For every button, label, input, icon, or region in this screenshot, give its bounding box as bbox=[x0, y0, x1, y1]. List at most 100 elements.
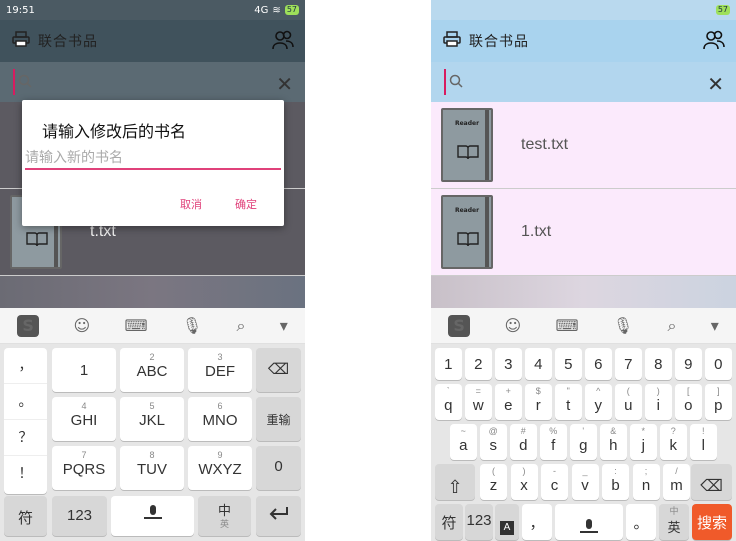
numeric-key[interactable]: 123 bbox=[465, 504, 493, 540]
punct-key[interactable]: ？ bbox=[4, 420, 47, 456]
comma-key[interactable]: ， bbox=[522, 504, 552, 540]
punctuation-column[interactable]: ， 。 ？ ！ bbox=[4, 348, 47, 494]
key-l[interactable]: ! l bbox=[690, 424, 717, 460]
space-key[interactable] bbox=[111, 496, 194, 536]
cancel-button[interactable]: 取消 bbox=[180, 196, 202, 212]
backspace-key[interactable]: ⌫ bbox=[691, 464, 732, 500]
book-name: 1.txt bbox=[521, 223, 552, 240]
keyboard-icon[interactable]: ⌨ bbox=[555, 316, 578, 335]
key-b[interactable]: :b bbox=[602, 464, 629, 500]
key-w[interactable]: = w bbox=[465, 384, 492, 420]
language-switch-key[interactable]: 中英 bbox=[659, 504, 689, 540]
list-item[interactable]: Reader test.txt bbox=[431, 102, 736, 189]
caps-a-key[interactable]: A bbox=[495, 504, 519, 540]
users-icon[interactable] bbox=[271, 29, 295, 55]
punct-key[interactable]: ， bbox=[4, 348, 47, 384]
key-y[interactable]: ^ y bbox=[585, 384, 612, 420]
key-q[interactable]: ` q bbox=[435, 384, 462, 420]
key-pqrs[interactable]: 7 PQRS bbox=[52, 446, 116, 490]
key-mno[interactable]: 6 MNO bbox=[188, 397, 252, 441]
enter-key[interactable] bbox=[256, 496, 301, 536]
printer-icon[interactable] bbox=[12, 31, 30, 51]
emoji-icon[interactable]: ☺ bbox=[504, 316, 521, 335]
key-0[interactable]: 0 bbox=[256, 446, 301, 490]
book-icon bbox=[457, 231, 479, 251]
search-bar[interactable]: ✕ bbox=[0, 62, 305, 102]
chevron-down-icon[interactable]: ▾ bbox=[711, 316, 719, 335]
reenter-key[interactable]: 重输 bbox=[256, 397, 301, 441]
shift-key[interactable]: ⇧ bbox=[435, 464, 475, 500]
search-bar[interactable]: ✕ bbox=[431, 62, 736, 102]
key-m[interactable]: / m bbox=[663, 464, 690, 500]
key-g[interactable]: ' g bbox=[570, 424, 597, 460]
key-o[interactable]: [o bbox=[675, 384, 702, 420]
numeric-key[interactable]: 123 bbox=[52, 496, 107, 536]
key-e[interactable]: + e bbox=[495, 384, 522, 420]
search-icon[interactable]: ⌕ bbox=[668, 316, 677, 336]
key-n[interactable]: ; n bbox=[632, 464, 660, 500]
search-key[interactable]: 搜索 bbox=[692, 504, 732, 540]
space-key[interactable] bbox=[555, 504, 623, 540]
key-0[interactable]: 0 bbox=[705, 348, 732, 380]
key-p[interactable]: ] p bbox=[705, 384, 732, 420]
key-k[interactable]: ? k bbox=[660, 424, 687, 460]
key-f[interactable]: % f bbox=[540, 424, 567, 460]
search-icon[interactable]: ⌕ bbox=[237, 316, 246, 336]
key-z[interactable]: (z bbox=[480, 464, 507, 500]
list-item[interactable]: Reader 1.txt bbox=[431, 189, 736, 276]
key-2[interactable]: 2 bbox=[465, 348, 492, 380]
symbol-key[interactable]: 符 bbox=[435, 504, 463, 540]
key-9[interactable]: 9 bbox=[675, 348, 702, 380]
sogou-logo-icon[interactable]: S bbox=[17, 314, 40, 337]
keyboard-icon[interactable]: ⌨ bbox=[124, 316, 147, 335]
key-s[interactable]: @ s bbox=[480, 424, 507, 460]
battery-icon: 57 bbox=[284, 5, 299, 15]
emoji-icon[interactable]: ☺ bbox=[73, 316, 90, 335]
key-5[interactable]: 5 bbox=[555, 348, 582, 380]
punct-key[interactable]: 。 bbox=[4, 384, 47, 420]
key-3[interactable]: 3 bbox=[495, 348, 522, 380]
key-jkl[interactable]: 5 JKL bbox=[120, 397, 184, 441]
key-tuv[interactable]: 8 TUV bbox=[120, 446, 184, 490]
key-def[interactable]: 3 DEF bbox=[188, 348, 252, 392]
new-name-input[interactable] bbox=[25, 148, 281, 170]
symbol-key[interactable]: 符 bbox=[4, 496, 47, 536]
key-c[interactable]: -c bbox=[541, 464, 568, 500]
key-v[interactable]: _ v bbox=[571, 464, 599, 500]
key-7[interactable]: 7 bbox=[615, 348, 642, 380]
printer-icon[interactable] bbox=[443, 31, 461, 51]
chevron-down-icon[interactable]: ▾ bbox=[280, 316, 288, 335]
users-icon[interactable] bbox=[702, 29, 726, 55]
microphone-icon[interactable]: 🎙 bbox=[613, 316, 633, 335]
key-6[interactable]: 6 bbox=[585, 348, 612, 380]
status-time: 19:51 bbox=[6, 4, 35, 16]
status-bar: 57 bbox=[431, 0, 736, 20]
close-icon[interactable]: ✕ bbox=[276, 72, 293, 96]
key-x[interactable]: ) x bbox=[510, 464, 538, 500]
key-1[interactable]: 1 bbox=[435, 348, 462, 380]
key-8[interactable]: 8 bbox=[645, 348, 672, 380]
key-t[interactable]: " t bbox=[555, 384, 582, 420]
network-label: 4G bbox=[254, 4, 269, 16]
key-wxyz[interactable]: 9 WXYZ bbox=[188, 446, 252, 490]
key-j[interactable]: * j bbox=[630, 424, 657, 460]
backspace-key[interactable]: ⌫ bbox=[256, 348, 301, 392]
key-ghi[interactable]: 4 GHI bbox=[52, 397, 116, 441]
microphone-icon[interactable]: 🎙 bbox=[182, 316, 202, 335]
key-u[interactable]: (u bbox=[615, 384, 642, 420]
key-abc[interactable]: 2 ABC bbox=[120, 348, 184, 392]
app-bar: 联合书品 bbox=[431, 20, 736, 62]
close-icon[interactable]: ✕ bbox=[707, 72, 724, 96]
confirm-button[interactable]: 确定 bbox=[235, 196, 257, 212]
language-switch-key[interactable]: 中英 bbox=[198, 496, 251, 536]
punct-key[interactable]: ！ bbox=[4, 456, 47, 492]
key-a[interactable]: ~ a bbox=[450, 424, 477, 460]
key-i[interactable]: ) i bbox=[645, 384, 672, 420]
key-r[interactable]: $ r bbox=[525, 384, 552, 420]
sogou-logo-icon[interactable]: S bbox=[448, 314, 471, 337]
key-d[interactable]: # d bbox=[510, 424, 537, 460]
period-key[interactable]: 。 bbox=[626, 504, 656, 540]
key-h[interactable]: & h bbox=[600, 424, 627, 460]
key-1[interactable]: 1 bbox=[52, 348, 116, 392]
key-4[interactable]: 4 bbox=[525, 348, 552, 380]
